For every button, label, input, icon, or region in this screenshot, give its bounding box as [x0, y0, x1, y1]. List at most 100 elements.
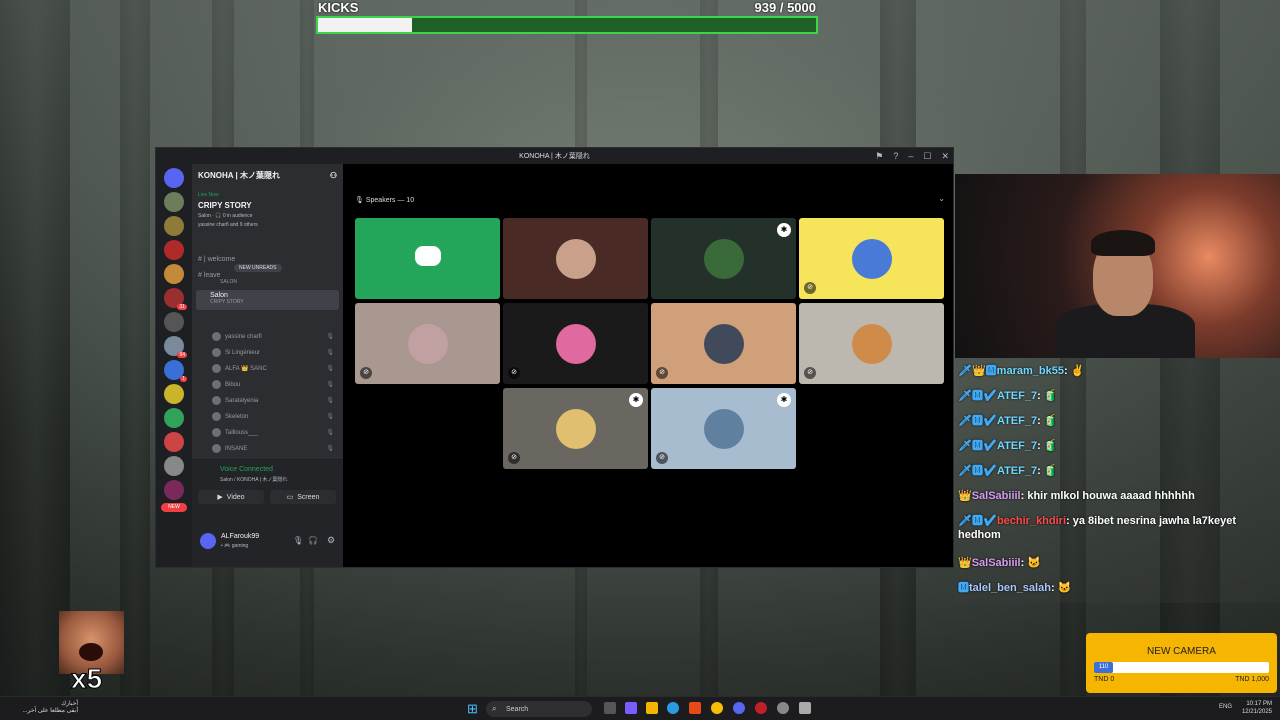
mic-muted-icon: ⊘	[508, 452, 520, 464]
channel-sidebar: KONOHA | 木ノ葉隠れ ⚇ Live Now CRIPY STORY Sa…	[192, 164, 343, 567]
chat-username[interactable]: ATEF_7	[997, 440, 1037, 452]
server-header[interactable]: KONOHA | 木ノ葉隠れ ⚇	[192, 164, 343, 186]
video-button[interactable]: ▶ Video	[198, 490, 264, 504]
minimize-button[interactable]: –	[908, 151, 913, 161]
avatar	[212, 332, 221, 341]
chat-username[interactable]: bechir_khdiri	[997, 515, 1066, 527]
goal-min: TND 0	[1094, 676, 1115, 683]
speaker-tile[interactable]: ⊘	[355, 303, 500, 384]
member-item[interactable]: Saratalyenia 🎙	[212, 396, 334, 405]
brave-icon[interactable]	[689, 702, 701, 714]
salon-name: Salon	[210, 292, 228, 299]
window-titlebar[interactable]: KONOHA | 木ノ葉隠れ ⚑ ? – ☐ ✕	[156, 148, 953, 164]
category-salon[interactable]: SALON	[220, 279, 237, 285]
server-icon[interactable]	[164, 480, 184, 500]
chat-username[interactable]: SalSabiiil	[972, 490, 1021, 502]
server-icon[interactable]: 31	[164, 288, 187, 310]
chat-username[interactable]: SalSabiiil	[972, 557, 1021, 569]
member-item[interactable]: Talllouss___ 🎙	[212, 428, 334, 437]
task-view-icon[interactable]	[604, 702, 616, 714]
language-indicator[interactable]: ENG	[1219, 704, 1232, 710]
member-item[interactable]: yassine charfi 🎙	[212, 332, 334, 341]
server-icon[interactable]: 94	[164, 336, 187, 358]
app-icon[interactable]	[777, 702, 789, 714]
server-icon[interactable]	[164, 192, 184, 212]
speaker-tile[interactable]: ⊘	[799, 218, 944, 299]
goal-progress-bar: 110	[1094, 662, 1269, 673]
microphone-icon[interactable]: 🎙	[293, 536, 303, 545]
avatar	[212, 428, 221, 437]
chat-username[interactable]: ATEF_7	[997, 390, 1037, 402]
server-icon[interactable]	[164, 384, 184, 404]
avatar	[212, 364, 221, 373]
live-stage-card[interactable]: Live Now CRIPY STORY Salon · 🎧 0 in audi…	[198, 192, 338, 228]
speaker-tile[interactable]: ⊘	[651, 303, 796, 384]
video-icon: ▶	[217, 494, 223, 501]
live-title: CRIPY STORY	[198, 201, 252, 210]
app-icon[interactable]	[799, 702, 811, 714]
speaker-tile[interactable]: ⊘	[799, 303, 944, 384]
inbox-icon[interactable]: ⚑	[875, 151, 883, 162]
server-icon[interactable]	[164, 240, 184, 260]
chat-username[interactable]: ATEF_7	[997, 415, 1037, 427]
invite-icon[interactable]: ⚇	[330, 171, 337, 180]
windows-start-icon[interactable]: ⊞	[467, 701, 478, 717]
server-icon[interactable]	[164, 216, 184, 236]
file-explorer-icon[interactable]	[646, 702, 658, 714]
chat-username[interactable]: ATEF_7	[997, 465, 1037, 477]
member-item[interactable]: Si Lingénieur 🎙	[212, 348, 334, 357]
discord-home-icon[interactable]	[164, 168, 184, 188]
clock[interactable]: 10:17 PM 12/21/2025	[1242, 700, 1272, 716]
obs-icon[interactable]	[755, 702, 767, 714]
headphones-icon[interactable]: 🎧	[308, 536, 318, 545]
help-icon[interactable]: ?	[893, 151, 898, 161]
server-icon[interactable]	[164, 312, 184, 332]
search-input[interactable]: ⌕ Search	[486, 701, 592, 717]
chevron-down-icon[interactable]: ⌄	[938, 194, 945, 203]
mic-muted-icon: 🎙	[326, 350, 334, 356]
chat-username[interactable]: maram_bk55	[997, 365, 1064, 377]
screen-button[interactable]: ▭ Screen	[270, 490, 336, 504]
speaker-tile[interactable]: ✱	[651, 218, 796, 299]
app-icon[interactable]	[625, 702, 637, 714]
maximize-button[interactable]: ☐	[923, 151, 931, 162]
mic-muted-icon: 🎙	[326, 414, 334, 420]
speaker-tile[interactable]	[503, 218, 648, 299]
channel-leave[interactable]: # leave	[198, 272, 221, 279]
chat-message: 🗡🅼✔ATEF_7: 🧃	[958, 389, 1276, 403]
server-list: 31 94 1 NEW	[156, 164, 192, 567]
speaker-tile[interactable]: ⊘ ✱	[651, 388, 796, 469]
close-button[interactable]: ✕	[941, 151, 949, 162]
member-item[interactable]: Bibou 🎙	[212, 380, 334, 389]
channel-salon[interactable]: Salon CRIPY STORY	[196, 290, 339, 310]
speaker-tile[interactable]	[355, 218, 500, 299]
avatar	[212, 348, 221, 357]
discord-window[interactable]: KONOHA | 木ノ葉隠れ ⚑ ? – ☐ ✕ 31 94 1 NEW KON…	[155, 147, 954, 568]
channel-welcome[interactable]: # | welcome	[198, 256, 235, 263]
chat-username[interactable]: talel_ben_salah	[969, 582, 1051, 594]
new-unreads-pill[interactable]: NEW UNREADS	[234, 264, 282, 272]
chat-badges: 🗡🅼✔	[958, 415, 997, 427]
discord-icon[interactable]	[733, 702, 745, 714]
chrome-icon[interactable]	[711, 702, 723, 714]
chat-text: : 🧃	[1037, 415, 1058, 427]
live-people: yassine charfi and 9 others	[198, 222, 258, 228]
server-icon[interactable]: 1	[164, 360, 187, 382]
mic-muted-icon: ⊘	[508, 367, 520, 379]
gear-icon[interactable]: ⚙	[327, 535, 335, 546]
salon-sub: CRIPY STORY	[210, 299, 244, 305]
edge-icon[interactable]	[667, 702, 679, 714]
member-item[interactable]: Skeleton 🎙	[212, 412, 334, 421]
server-icon[interactable]	[164, 264, 184, 284]
news-widget[interactable]: أخبارك أبقى مطلعا على آخر...	[8, 700, 78, 714]
server-icon[interactable]	[164, 456, 184, 476]
speaker-tile[interactable]: ⊘	[503, 303, 648, 384]
avatar	[852, 324, 892, 364]
server-icon[interactable]	[164, 432, 184, 452]
chat-message: 🅼talel_ben_salah: 🐱	[958, 581, 1276, 595]
speaker-tile[interactable]: ⊘ ✱	[503, 388, 648, 469]
server-icon[interactable]	[164, 408, 184, 428]
avatar[interactable]	[200, 533, 216, 549]
member-item[interactable]: ALFA 👑 SANC 🎙	[212, 364, 334, 373]
member-item[interactable]: INSANE 🎙	[212, 444, 334, 453]
